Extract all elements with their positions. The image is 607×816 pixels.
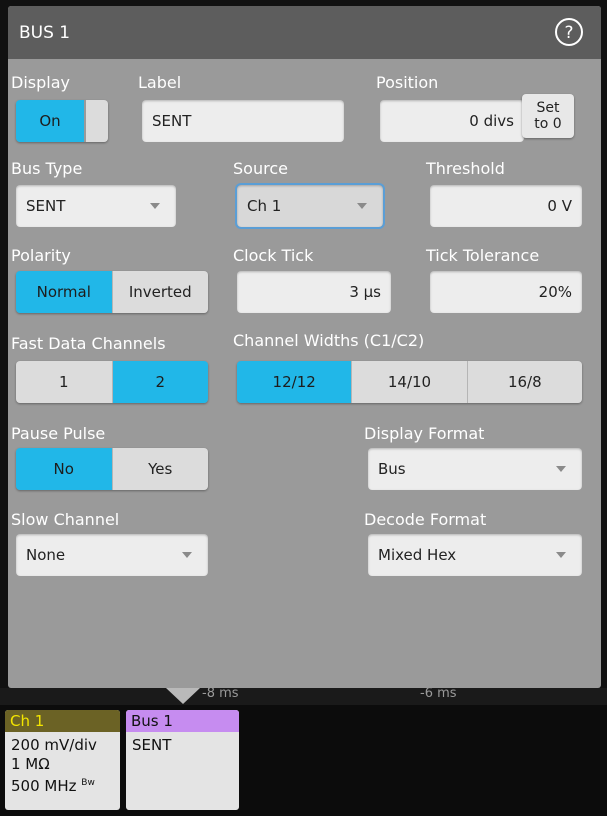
time-label-left: -8 ms <box>202 686 239 701</box>
tick-tolerance-label: Tick Tolerance <box>426 246 540 265</box>
clock-tick-label: Clock Tick <box>233 246 314 265</box>
time-scale <box>0 688 607 705</box>
ch1-bandwidth: 500 MHz <box>11 777 77 795</box>
polarity-label: Polarity <box>11 246 71 265</box>
ch1-badge-title: Ch 1 <box>5 710 120 732</box>
chevron-down-icon <box>556 552 566 558</box>
ch1-scale: 200 mV/div <box>11 736 97 754</box>
label-input[interactable]: SENT <box>142 100 344 142</box>
svg-text:?: ? <box>564 23 573 43</box>
decode-format-select[interactable]: Mixed Hex <box>368 534 582 576</box>
pause-pulse-no-button[interactable]: No <box>16 448 113 490</box>
display-format-select[interactable]: Bus <box>368 448 582 490</box>
decode-format-label: Decode Format <box>364 510 487 529</box>
ch1-badge[interactable]: Ch 1 200 mV/div 1 MΩ 500 MHz Bw <box>5 710 120 810</box>
polarity-normal-button[interactable]: Normal <box>16 271 113 313</box>
position-label: Position <box>376 73 439 92</box>
position-input[interactable]: 0 divs <box>380 100 524 142</box>
display-toggle[interactable]: On <box>16 100 108 142</box>
display-format-value: Bus <box>378 460 406 478</box>
position-value: 0 divs <box>469 112 514 130</box>
slow-channel-label: Slow Channel <box>11 510 120 529</box>
slow-channel-value: None <box>26 546 66 564</box>
help-icon[interactable]: ? <box>553 16 585 48</box>
chevron-down-icon <box>182 552 192 558</box>
dialog-title: BUS 1 <box>19 23 71 43</box>
label-label: Label <box>138 73 182 92</box>
bus-config-dialog: BUS 1 ? Display On Label SENT Position 0… <box>8 6 601 688</box>
tick-tolerance-value: 20% <box>538 283 572 301</box>
bus1-badge-title: Bus 1 <box>126 710 239 732</box>
source-value: Ch 1 <box>247 197 282 215</box>
pause-pulse-label: Pause Pulse <box>11 424 106 443</box>
clock-tick-input[interactable]: 3 µs <box>237 271 391 313</box>
bus1-badge[interactable]: Bus 1 SENT <box>126 710 239 810</box>
threshold-input[interactable]: 0 V <box>430 185 582 227</box>
display-format-label: Display Format <box>364 424 485 443</box>
bus-type-select[interactable]: SENT <box>16 185 176 227</box>
dialog-header: BUS 1 ? <box>8 6 601 59</box>
bus-type-value: SENT <box>26 197 66 215</box>
tick-tolerance-input[interactable]: 20% <box>430 271 582 313</box>
channel-widths-label: Channel Widths (C1/C2) <box>233 331 425 350</box>
polarity-toggle[interactable]: Normal Inverted <box>16 271 208 313</box>
ch1-bandwidth-row: 500 MHz Bw <box>5 774 120 796</box>
pause-pulse-toggle[interactable]: No Yes <box>16 448 208 490</box>
channel-width-12-12-button[interactable]: 12/12 <box>237 361 353 403</box>
fast-data-2-button[interactable]: 2 <box>112 361 208 403</box>
bandwidth-limit-icon: Bw <box>81 778 95 788</box>
trigger-position-marker[interactable] <box>166 688 200 704</box>
fast-data-channels-label: Fast Data Channels <box>11 334 166 353</box>
channel-widths-toggle[interactable]: 12/12 14/10 16/8 <box>237 361 582 403</box>
source-label: Source <box>233 159 288 178</box>
bus-type-label: Bus Type <box>11 159 83 178</box>
display-toggle-knob[interactable] <box>84 100 108 142</box>
polarity-inverted-button[interactable]: Inverted <box>112 271 208 313</box>
clock-tick-value: 3 µs <box>349 283 381 301</box>
time-label-right: -6 ms <box>420 686 457 701</box>
source-select[interactable]: Ch 1 <box>235 183 385 229</box>
bus1-protocol: SENT <box>132 736 172 754</box>
label-value: SENT <box>152 112 192 130</box>
fast-data-channels-toggle[interactable]: 1 2 <box>16 361 208 403</box>
threshold-value: 0 V <box>547 197 572 215</box>
decode-format-value: Mixed Hex <box>378 546 457 564</box>
display-on-button[interactable]: On <box>16 100 84 142</box>
channel-width-16-8-button[interactable]: 16/8 <box>467 361 582 403</box>
chevron-down-icon <box>357 203 367 209</box>
chevron-down-icon <box>150 203 160 209</box>
set-to-zero-button[interactable]: Set to 0 <box>522 94 574 138</box>
pause-pulse-yes-button[interactable]: Yes <box>112 448 208 490</box>
slow-channel-select[interactable]: None <box>16 534 208 576</box>
channel-width-14-10-button[interactable]: 14/10 <box>352 361 468 403</box>
display-label: Display <box>11 73 70 92</box>
chevron-down-icon <box>556 466 566 472</box>
threshold-label: Threshold <box>426 159 505 178</box>
fast-data-1-button[interactable]: 1 <box>16 361 113 403</box>
ch1-impedance: 1 MΩ <box>11 755 50 773</box>
